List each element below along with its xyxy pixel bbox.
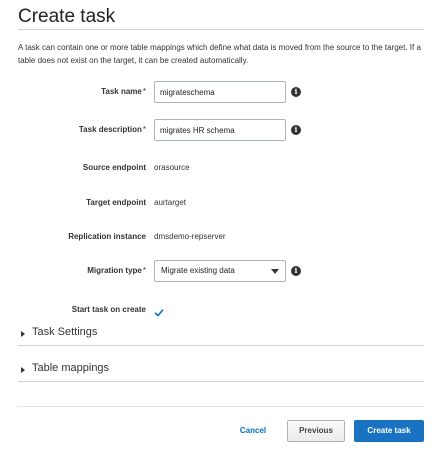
task-description-row: Task description* i [0,119,438,141]
required-marker: * [142,266,146,275]
info-icon[interactable]: i [291,125,301,135]
caret-right-icon [21,331,25,337]
page-title: Create task [18,6,116,27]
task-settings-section[interactable]: Task Settings [18,324,424,346]
required-marker: * [142,87,146,96]
replication-instance-row: Replication instance dmsdemo-repserver [0,226,438,248]
task-name-input[interactable] [154,81,286,103]
source-endpoint-value: orasource [154,163,190,172]
info-icon[interactable]: i [291,266,301,276]
checkmark-icon [154,309,164,317]
caret-right-icon [21,367,25,373]
migration-type-row: Migration type* Migrate existing data i [0,260,438,282]
task-name-label: Task name* [101,87,146,96]
task-description-input[interactable] [154,119,286,141]
section-divider [18,345,424,346]
table-mappings-label: Table mappings [32,362,110,374]
table-mappings-section[interactable]: Table mappings [18,360,424,382]
cancel-button[interactable]: Cancel [230,421,276,441]
task-settings-label: Task Settings [32,326,98,338]
start-task-row: Start task on create [0,299,438,321]
migration-type-selected: Migrate existing data [161,266,235,275]
caret-down-icon [271,269,279,274]
migration-type-label: Migration type* [87,266,146,275]
target-endpoint-row: Target endpoint aurtarget [0,192,438,214]
start-task-checkbox[interactable] [154,305,164,317]
section-divider [18,381,424,382]
source-endpoint-row: Source endpoint orasource [0,157,438,179]
required-marker: * [142,125,146,134]
previous-button[interactable]: Previous [287,420,345,442]
replication-instance-label: Replication instance [68,232,146,241]
start-task-label: Start task on create [71,305,146,314]
title-divider [18,29,424,30]
task-description-label: Task description* [78,125,146,134]
create-task-button[interactable]: Create task [354,420,424,442]
source-endpoint-label: Source endpoint [82,163,146,172]
info-icon[interactable]: i [291,87,301,97]
target-endpoint-value: aurtarget [154,198,187,207]
target-endpoint-label: Target endpoint [86,198,146,207]
replication-instance-value: dmsdemo-repserver [154,232,226,241]
migration-type-select[interactable]: Migrate existing data [154,260,286,282]
task-name-row: Task name* i [0,81,438,103]
footer-divider [18,406,424,407]
intro-text: A task can contain one or more table map… [18,43,421,65]
